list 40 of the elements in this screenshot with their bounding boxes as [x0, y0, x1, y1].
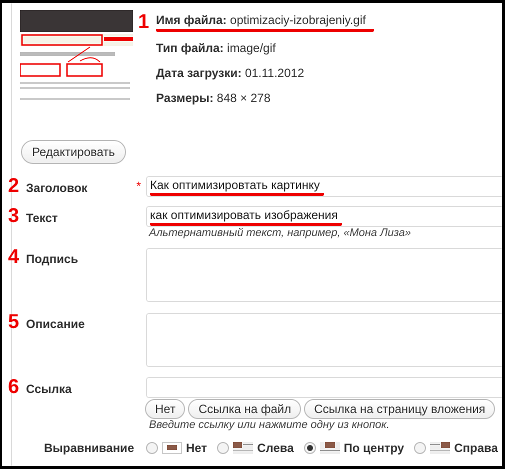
link-button[interactable]: Нет	[145, 399, 186, 419]
hint-text: Введите ссылку или нажмите одну из кнопок.	[149, 419, 391, 431]
annotation-number: 2	[8, 176, 20, 196]
edit-button[interactable]: Редактировать	[21, 140, 126, 164]
annotation-number: 6	[8, 377, 20, 397]
link-field[interactable]	[146, 377, 502, 398]
alignment-icon	[233, 442, 254, 454]
field-label: Ссылка	[26, 382, 72, 396]
file-info-text: Тип файла: image/gif	[156, 41, 276, 57]
text-area[interactable]	[146, 248, 502, 302]
field-label: Заголовок	[26, 181, 88, 195]
hint-text: Альтернативный текст, например, «Мона Лиза»	[149, 227, 412, 239]
file-info-text: Дата загрузки: 01.11.2012	[156, 66, 304, 82]
link-button[interactable]: Ссылка на файл	[188, 399, 302, 419]
link-button[interactable]: Ссылка на страницу вложения	[304, 399, 496, 419]
annotation-number: 4	[8, 247, 20, 267]
radio-button[interactable]	[304, 442, 316, 454]
alignment-icon	[162, 442, 182, 454]
radio-button[interactable]	[146, 442, 158, 454]
radio-button[interactable]	[217, 442, 230, 454]
text-field[interactable]: как оптимизировать изображения	[146, 206, 502, 227]
text-field[interactable]: Как оптимизировтать картинку	[146, 176, 502, 197]
annotation-number: 3	[8, 206, 20, 226]
field-label: Выравнивание	[44, 441, 134, 455]
field-label: Подпись	[26, 252, 78, 266]
radio-label: Справа	[454, 441, 498, 455]
annotation-number: 5	[8, 312, 20, 332]
radio-label: Слева	[257, 441, 294, 455]
alignment-icon	[320, 442, 340, 454]
radio-label: Нет	[186, 441, 208, 455]
alignment-icon	[430, 442, 450, 454]
field-label: Описание	[26, 317, 85, 331]
field-label: Текст	[26, 211, 58, 225]
file-info-text: Размеры: 848 × 278	[156, 91, 271, 107]
annotation-number: 1	[138, 12, 150, 32]
text-area[interactable]	[146, 313, 502, 367]
radio-label: По центру	[344, 441, 404, 455]
file-info-text: Имя файла: optimizaciy-izobrajeniy.gif	[156, 13, 374, 32]
radio-button[interactable]	[414, 442, 426, 454]
required-asterisk: *	[136, 179, 141, 193]
